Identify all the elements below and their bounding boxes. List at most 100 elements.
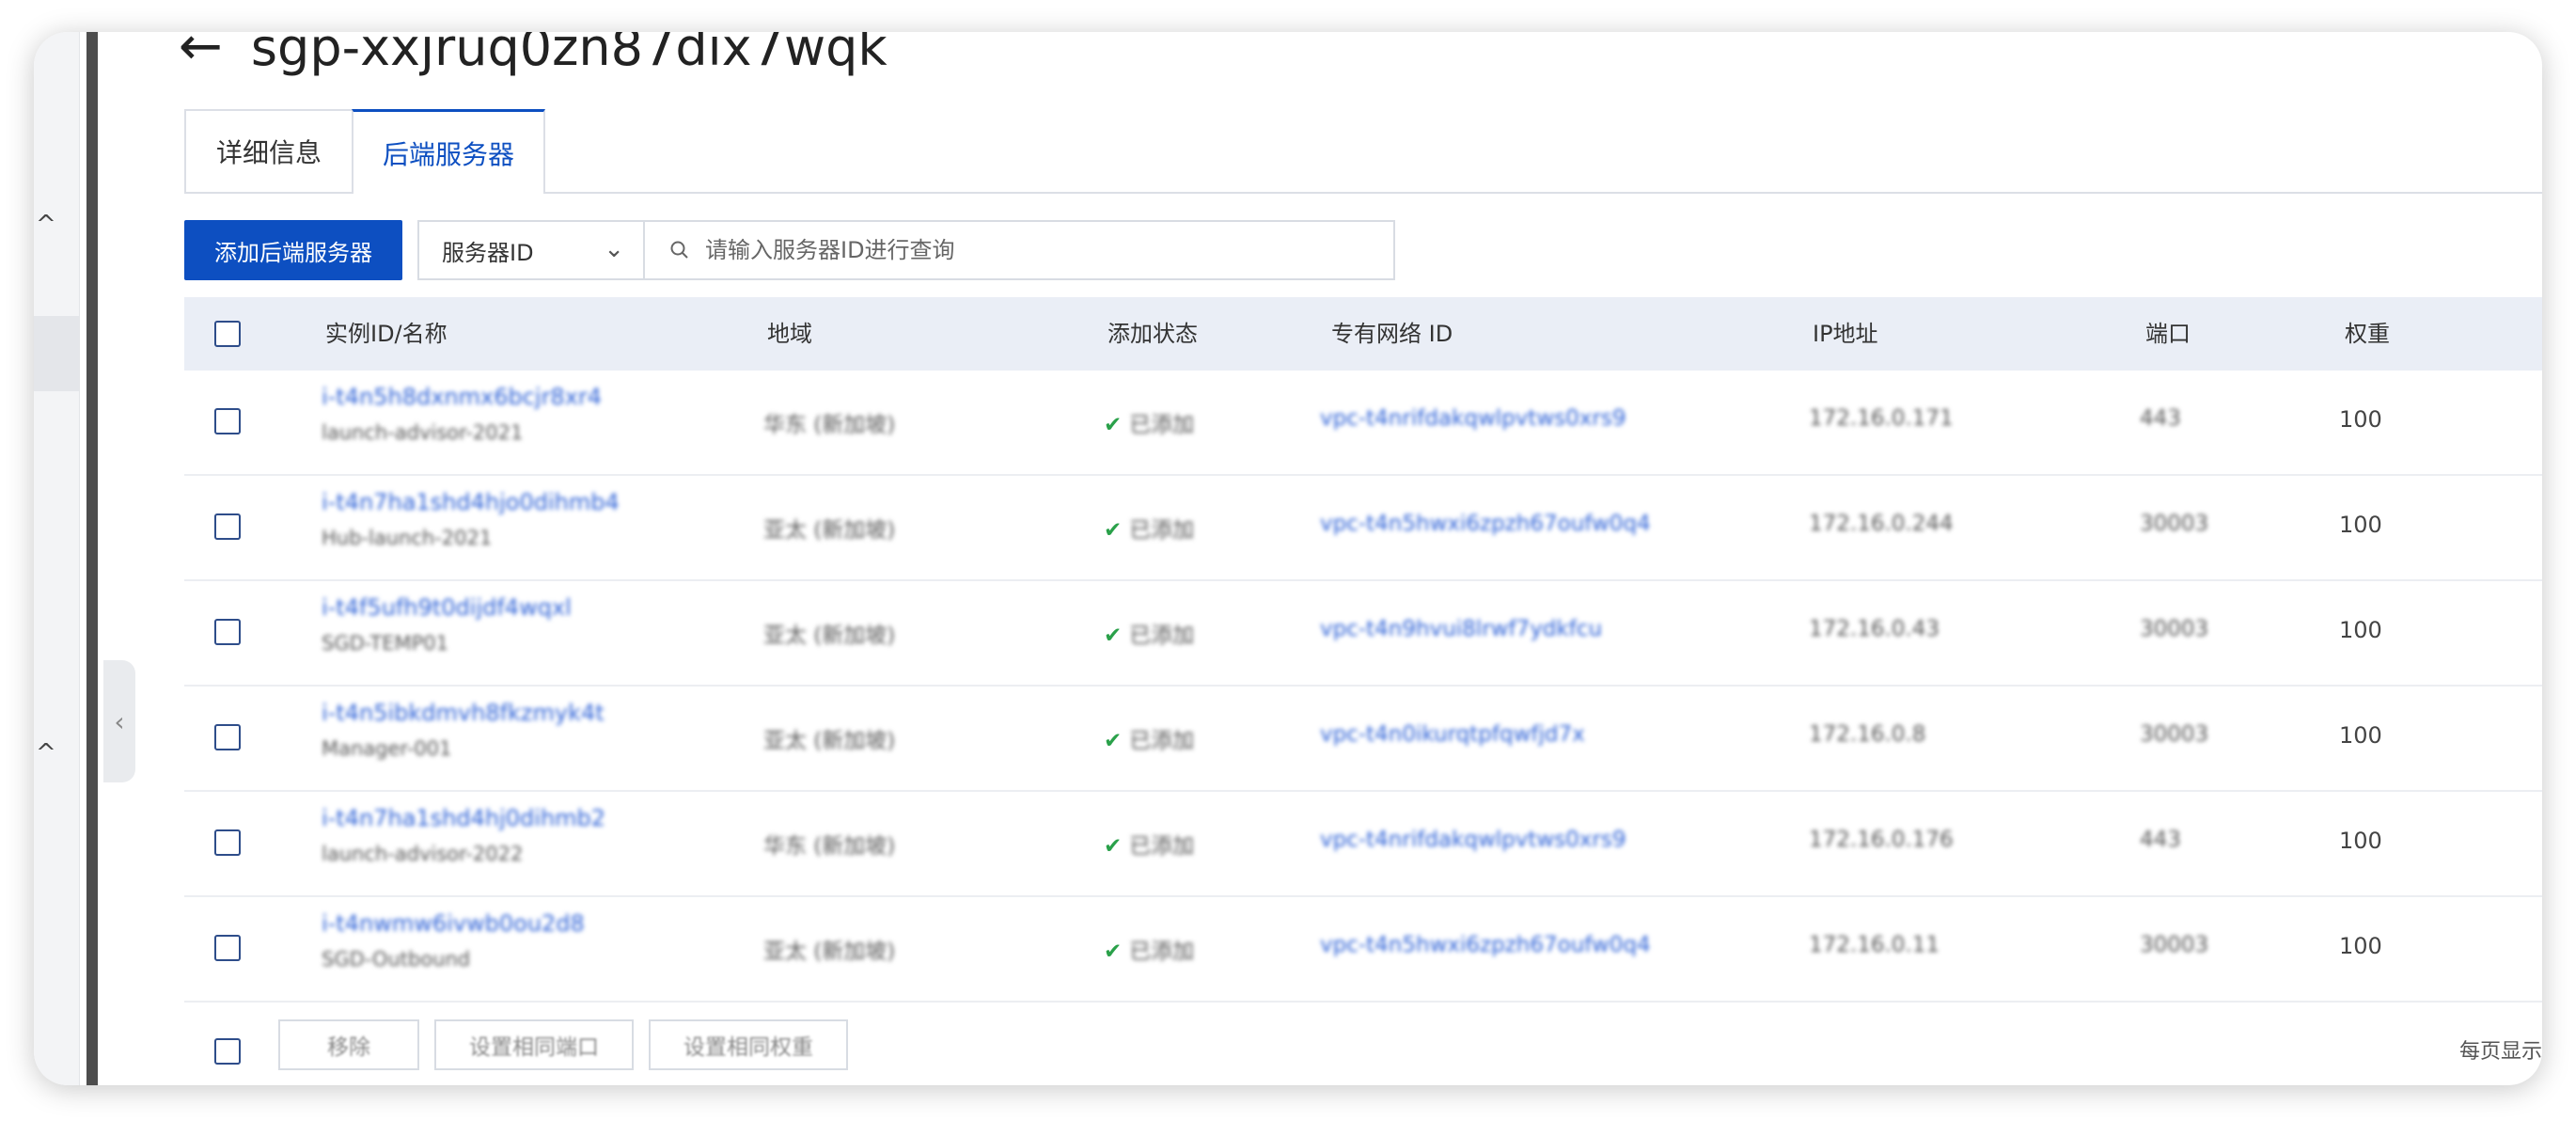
instance-name: SGD-Outbound <box>322 948 471 971</box>
tab-backend-servers[interactable]: 后端服务器 <box>352 109 545 194</box>
status: ✔ 已添加 <box>1104 933 1194 965</box>
weight: 100 <box>2339 722 2382 749</box>
check-icon: ✔ <box>1104 729 1123 753</box>
row-checkbox[interactable] <box>214 513 241 540</box>
page-size-label: 每页显示 <box>2458 1040 2542 1064</box>
table-row: i-t4n5ibkdmvh8fkzmyk4t Manager-001 亚太 (新… <box>184 687 2542 792</box>
row-checkbox[interactable] <box>214 408 241 434</box>
table-header: 实例ID/名称 地域 添加状态 专有网络 ID IP地址 端口 权重 描述 <box>184 297 2542 371</box>
status: ✔ 已添加 <box>1104 617 1194 649</box>
arrow-left-icon[interactable]: ← <box>179 32 223 73</box>
select-all-checkbox[interactable] <box>214 321 241 347</box>
column-header: 添加状态 <box>1107 321 1198 347</box>
port: 30003 <box>2140 512 2209 536</box>
status-text: 已添加 <box>1129 834 1195 859</box>
page-header: ← sgp-xxjruq0zn87dix7wqk <box>179 32 887 85</box>
filter-field-value: 服务器ID <box>442 239 534 266</box>
vpc-link[interactable]: vpc-t4nrifdakqwlpvtws0xrs9 <box>1320 828 1626 852</box>
status-text: 已添加 <box>1129 624 1195 648</box>
app-window: ^ ^ ‹ ← sgp-xxjruq0zn87dix7wqk 详细信息 后端服务… <box>34 32 2542 1085</box>
region: 亚太 (新加坡) <box>763 518 896 543</box>
vpc-link[interactable]: vpc-t4n0ikurqtpfqwfjd7x <box>1320 722 1585 747</box>
instance-id-link[interactable]: i-t4f5ufh9t0dijdf4wqxl <box>322 594 572 621</box>
status-text: 已添加 <box>1129 413 1195 437</box>
weight: 100 <box>2339 617 2382 643</box>
set-same-port-button[interactable]: 设置相同端口 <box>434 1019 634 1070</box>
row-checkbox[interactable] <box>214 619 241 645</box>
instance-id-link[interactable]: i-t4n5ibkdmvh8fkzmyk4t <box>322 700 605 726</box>
check-icon: ✔ <box>1104 413 1123 437</box>
status-text: 已添加 <box>1129 939 1195 964</box>
column-header: 权重 <box>2345 321 2390 347</box>
row-checkbox[interactable] <box>214 935 241 961</box>
nav-selected-item[interactable] <box>34 316 79 391</box>
ip-address: 172.16.0.176 <box>1809 828 1954 852</box>
port: 443 <box>2140 406 2181 431</box>
check-icon: ✔ <box>1104 834 1123 859</box>
vpc-link[interactable]: vpc-t4n9hvui8lrwf7ydkfcu <box>1320 617 1602 641</box>
instance-id-link[interactable]: i-t4nwmw6ivwb0ou2d8 <box>322 910 585 937</box>
vpc-link[interactable]: vpc-t4nrifdakqwlpvtws0xrs9 <box>1320 406 1626 431</box>
ip-address: 172.16.0.8 <box>1809 722 1926 747</box>
status: ✔ 已添加 <box>1104 512 1194 544</box>
status: ✔ 已添加 <box>1104 828 1194 860</box>
footer-select-all-checkbox[interactable] <box>214 1038 241 1065</box>
check-icon: ✔ <box>1104 939 1123 964</box>
region: 亚太 (新加坡) <box>763 624 896 648</box>
weight: 100 <box>2339 933 2382 959</box>
port: 443 <box>2140 828 2181 852</box>
left-nav: ^ ^ <box>34 32 80 1085</box>
region: 亚太 (新加坡) <box>763 939 896 964</box>
ip-address: 172.16.0.43 <box>1809 617 1940 641</box>
search-box <box>643 220 1395 280</box>
ip-address: 172.16.0.244 <box>1809 512 1954 536</box>
column-header: 专有网络 ID <box>1331 321 1453 347</box>
row-checkbox[interactable] <box>214 829 241 856</box>
instance-id-link[interactable]: i-t4n7ha1shd4hjo0dihmb4 <box>322 489 620 515</box>
main-content: ← sgp-xxjruq0zn87dix7wqk 详细信息 后端服务器 添加后端… <box>150 32 2542 1085</box>
chevron-left-icon: ‹ <box>114 705 125 737</box>
table-row: i-t4n7ha1shd4hjo0dihmb4 Hub-launch-2021 … <box>184 476 2542 581</box>
region: 亚太 (新加坡) <box>763 729 896 753</box>
collapse-sidebar-button[interactable]: ‹ <box>103 660 135 782</box>
port: 30003 <box>2140 617 2209 641</box>
row-checkbox[interactable] <box>214 724 241 750</box>
port: 30003 <box>2140 933 2209 957</box>
instance-name: Hub-launch-2021 <box>322 527 493 549</box>
instance-id-link[interactable]: i-t4n7ha1shd4hj0dihmb2 <box>322 805 605 831</box>
status-text: 已添加 <box>1129 729 1195 753</box>
vpc-link[interactable]: vpc-t4n5hwxi6zpzh67oufw0q4 <box>1320 933 1651 957</box>
weight: 100 <box>2339 406 2382 433</box>
instance-name: launch-advisor-2022 <box>322 843 524 865</box>
chevron-up-icon[interactable]: ^ <box>36 211 56 239</box>
column-header: 端口 <box>2145 321 2191 347</box>
instance-id-link[interactable]: i-t4n5h8dxnmx6bcjr8xr4 <box>322 384 602 410</box>
table-footer: 移除 设置相同端口 设置相同权重 每页显示 <box>184 991 2542 1085</box>
search-input[interactable] <box>703 236 1346 264</box>
remove-button-label: 移除 <box>327 1035 370 1060</box>
search-icon <box>670 241 688 259</box>
nav-divider <box>86 32 98 1085</box>
vpc-link[interactable]: vpc-t4n5hwxi6zpzh67oufw0q4 <box>1320 512 1651 536</box>
backend-server-table: 实例ID/名称 地域 添加状态 专有网络 ID IP地址 端口 权重 描述 i-… <box>184 297 2542 1003</box>
region: 华东 (新加坡) <box>763 413 896 437</box>
set-same-weight-button[interactable]: 设置相同权重 <box>649 1019 848 1070</box>
weight: 100 <box>2339 828 2382 854</box>
set-same-port-label: 设置相同端口 <box>469 1035 599 1060</box>
instance-name: Manager-001 <box>322 737 452 760</box>
region: 华东 (新加坡) <box>763 834 896 859</box>
tab-bar: 详细信息 后端服务器 <box>184 109 2542 194</box>
table-row: i-t4n5h8dxnmx6bcjr8xr4 launch-advisor-20… <box>184 371 2542 476</box>
add-backend-server-button[interactable]: 添加后端服务器 <box>184 220 402 280</box>
tab-details[interactable]: 详细信息 <box>184 109 353 192</box>
check-icon: ✔ <box>1104 518 1123 543</box>
status-text: 已添加 <box>1129 518 1195 543</box>
remove-button[interactable]: 移除 <box>278 1019 419 1070</box>
port: 30003 <box>2140 722 2209 747</box>
set-same-weight-label: 设置相同权重 <box>683 1035 813 1060</box>
status: ✔ 已添加 <box>1104 722 1194 754</box>
chevron-up-icon[interactable]: ^ <box>36 739 56 767</box>
chevron-down-icon: ⌄ <box>604 235 624 263</box>
weight: 100 <box>2339 512 2382 538</box>
filter-field-select[interactable]: 服务器ID ⌄ <box>417 220 645 280</box>
